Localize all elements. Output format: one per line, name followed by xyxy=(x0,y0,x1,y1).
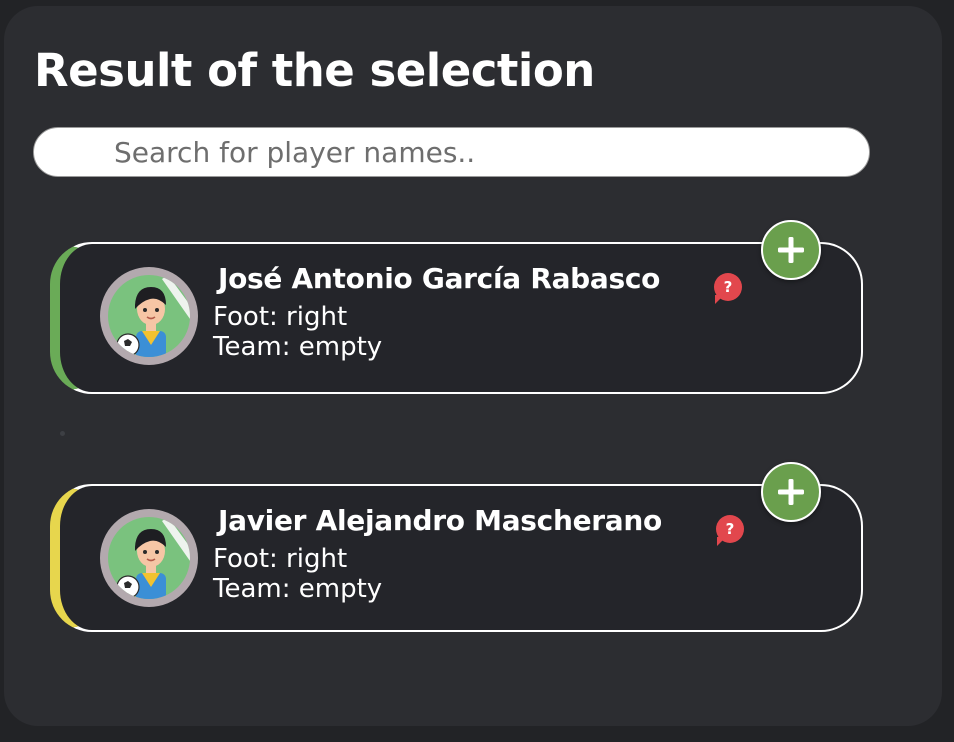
player-avatar-icon xyxy=(100,267,198,365)
player-foot: Foot: right xyxy=(213,302,348,332)
add-player-button[interactable] xyxy=(761,462,821,522)
separator-dot xyxy=(60,431,65,436)
player-name: Javier Alejandro Mascherano xyxy=(218,504,662,537)
plus-icon xyxy=(778,479,804,505)
player-card-body[interactable]: José Antonio García Rabasco Foot: right … xyxy=(50,242,863,394)
player-name: José Antonio García Rabasco xyxy=(218,262,661,295)
page-title: Result of the selection xyxy=(34,44,595,97)
player-team: Team: empty xyxy=(213,574,383,604)
help-glyph: ? xyxy=(725,520,735,538)
search-input[interactable] xyxy=(33,127,870,177)
help-glyph: ? xyxy=(723,278,733,296)
plus-icon xyxy=(778,237,804,263)
player-card-body[interactable]: Javier Alejandro Mascherano Foot: right … xyxy=(50,484,863,632)
results-panel: Result of the selection Search for playe… xyxy=(4,6,942,726)
player-foot: Foot: right xyxy=(213,544,348,574)
player-avatar-icon xyxy=(100,509,198,607)
help-question-icon[interactable]: ? xyxy=(714,273,742,304)
help-question-icon[interactable]: ? xyxy=(716,515,744,546)
add-player-button[interactable] xyxy=(761,220,821,280)
player-team: Team: empty xyxy=(213,332,383,362)
